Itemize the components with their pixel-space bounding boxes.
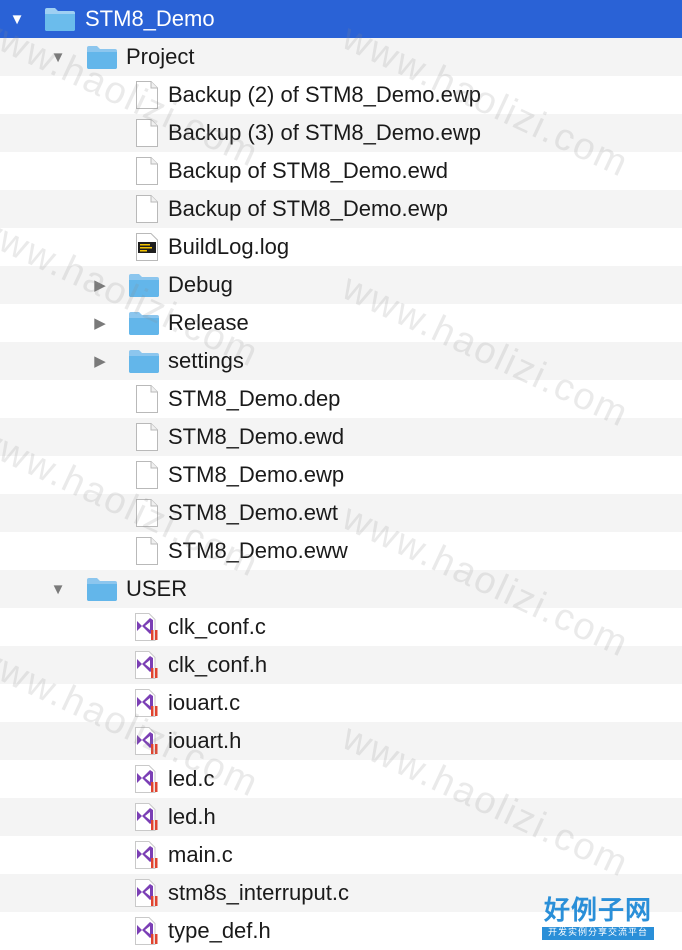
file-label: BuildLog.log (168, 234, 290, 259)
tree-row-settings[interactable]: ▶ settings (0, 342, 682, 380)
tree-row-backup-of-stm8-demo-ewd[interactable]: Backup of STM8_Demo.ewd (0, 152, 682, 190)
file-label: STM8_Demo.dep (168, 386, 341, 411)
folder-icon (44, 4, 76, 34)
file-label: Debug (168, 272, 233, 297)
disclosure-collapsed-icon[interactable]: ▶ (91, 352, 109, 370)
project-children: Backup (2) of STM8_Demo.ewp Backup (3) of… (0, 76, 682, 570)
disclosure-collapsed-icon[interactable]: ▶ (91, 314, 109, 332)
disclosure-collapsed-icon[interactable]: ▶ (91, 276, 109, 294)
tree-row-iouart-h[interactable]: iouart.h (0, 722, 682, 760)
file-label: stm8s_interruput.c (168, 880, 349, 905)
file-label: Backup of STM8_Demo.ewp (168, 196, 449, 221)
document-icon (131, 460, 163, 490)
file-label: iouart.c (168, 690, 241, 715)
file-label: led.c (168, 766, 215, 791)
log-file-icon (131, 232, 163, 262)
document-icon (131, 536, 163, 566)
folder-icon (86, 574, 118, 604)
file-label: STM8_Demo.ewd (168, 424, 345, 449)
document-icon (131, 498, 163, 528)
document-icon (131, 384, 163, 414)
folder-icon (128, 346, 160, 376)
file-tree: ▼ STM8_Demo ▼ Project Backup (2) of STM8… (0, 0, 682, 950)
project-folder-label: Project (126, 44, 195, 69)
file-label: STM8_Demo.eww (168, 538, 348, 563)
disclosure-expanded-icon[interactable]: ▼ (49, 580, 67, 598)
root-folder-label: STM8_Demo (85, 6, 215, 31)
file-label: clk_conf.h (168, 652, 268, 677)
file-label: type_def.h (168, 918, 271, 943)
tree-row-backup-2-of-stm8-demo-ewp[interactable]: Backup (2) of STM8_Demo.ewp (0, 76, 682, 114)
tree-row-release[interactable]: ▶ Release (0, 304, 682, 342)
visual-studio-source-file-icon (131, 878, 163, 908)
tree-row-user[interactable]: ▼ USER (0, 570, 682, 608)
visual-studio-source-file-icon (131, 650, 163, 680)
tree-row-stm8-demo-eww[interactable]: STM8_Demo.eww (0, 532, 682, 570)
visual-studio-source-file-icon (131, 688, 163, 718)
tree-row-led-h[interactable]: led.h (0, 798, 682, 836)
tree-row-main-c[interactable]: main.c (0, 836, 682, 874)
visual-studio-source-file-icon (131, 802, 163, 832)
disclosure-expanded-icon[interactable]: ▼ (8, 10, 26, 28)
visual-studio-source-file-icon (131, 916, 163, 946)
folder-icon (128, 308, 160, 338)
folder-icon (86, 42, 118, 72)
tree-row-root[interactable]: ▼ STM8_Demo (0, 0, 682, 38)
folder-icon (128, 270, 160, 300)
tree-row-stm8-demo-ewd[interactable]: STM8_Demo.ewd (0, 418, 682, 456)
tree-row-clk-conf-h[interactable]: clk_conf.h (0, 646, 682, 684)
tree-row-debug[interactable]: ▶ Debug (0, 266, 682, 304)
brand-logo: 好例子网 开发实例分享交流平台 (542, 897, 654, 940)
tree-row-stm8-demo-ewt[interactable]: STM8_Demo.ewt (0, 494, 682, 532)
tree-row-backup-3-of-stm8-demo-ewp[interactable]: Backup (3) of STM8_Demo.ewp (0, 114, 682, 152)
file-label: Backup (2) of STM8_Demo.ewp (168, 82, 482, 107)
tree-row-led-c[interactable]: led.c (0, 760, 682, 798)
visual-studio-source-file-icon (131, 764, 163, 794)
file-label: STM8_Demo.ewp (168, 462, 345, 487)
brand-name: 好例子网 (543, 896, 652, 926)
file-label: STM8_Demo.ewt (168, 500, 338, 525)
tree-row-buildlog-log[interactable]: BuildLog.log (0, 228, 682, 266)
document-icon (131, 422, 163, 452)
tree-row-clk-conf-c[interactable]: clk_conf.c (0, 608, 682, 646)
file-label: led.h (168, 804, 216, 829)
file-label: iouart.h (168, 728, 242, 753)
document-icon (131, 118, 163, 148)
brand-tagline: 开发实例分享交流平台 (542, 927, 654, 940)
file-label: Release (168, 310, 249, 335)
document-icon (131, 194, 163, 224)
file-label: clk_conf.c (168, 614, 266, 639)
document-icon (131, 80, 163, 110)
file-label: Backup of STM8_Demo.ewd (168, 158, 449, 183)
document-icon (131, 156, 163, 186)
disclosure-expanded-icon[interactable]: ▼ (49, 48, 67, 66)
visual-studio-source-file-icon (131, 840, 163, 870)
tree-row-project[interactable]: ▼ Project (0, 38, 682, 76)
file-label: main.c (168, 842, 233, 867)
user-folder-label: USER (126, 576, 188, 601)
visual-studio-source-file-icon (131, 726, 163, 756)
file-label: Backup (3) of STM8_Demo.ewp (168, 120, 482, 145)
file-label: settings (168, 348, 244, 373)
tree-row-stm8-demo-dep[interactable]: STM8_Demo.dep (0, 380, 682, 418)
tree-row-backup-of-stm8-demo-ewp[interactable]: Backup of STM8_Demo.ewp (0, 190, 682, 228)
tree-row-iouart-c[interactable]: iouart.c (0, 684, 682, 722)
tree-row-stm8-demo-ewp[interactable]: STM8_Demo.ewp (0, 456, 682, 494)
visual-studio-source-file-icon (131, 612, 163, 642)
